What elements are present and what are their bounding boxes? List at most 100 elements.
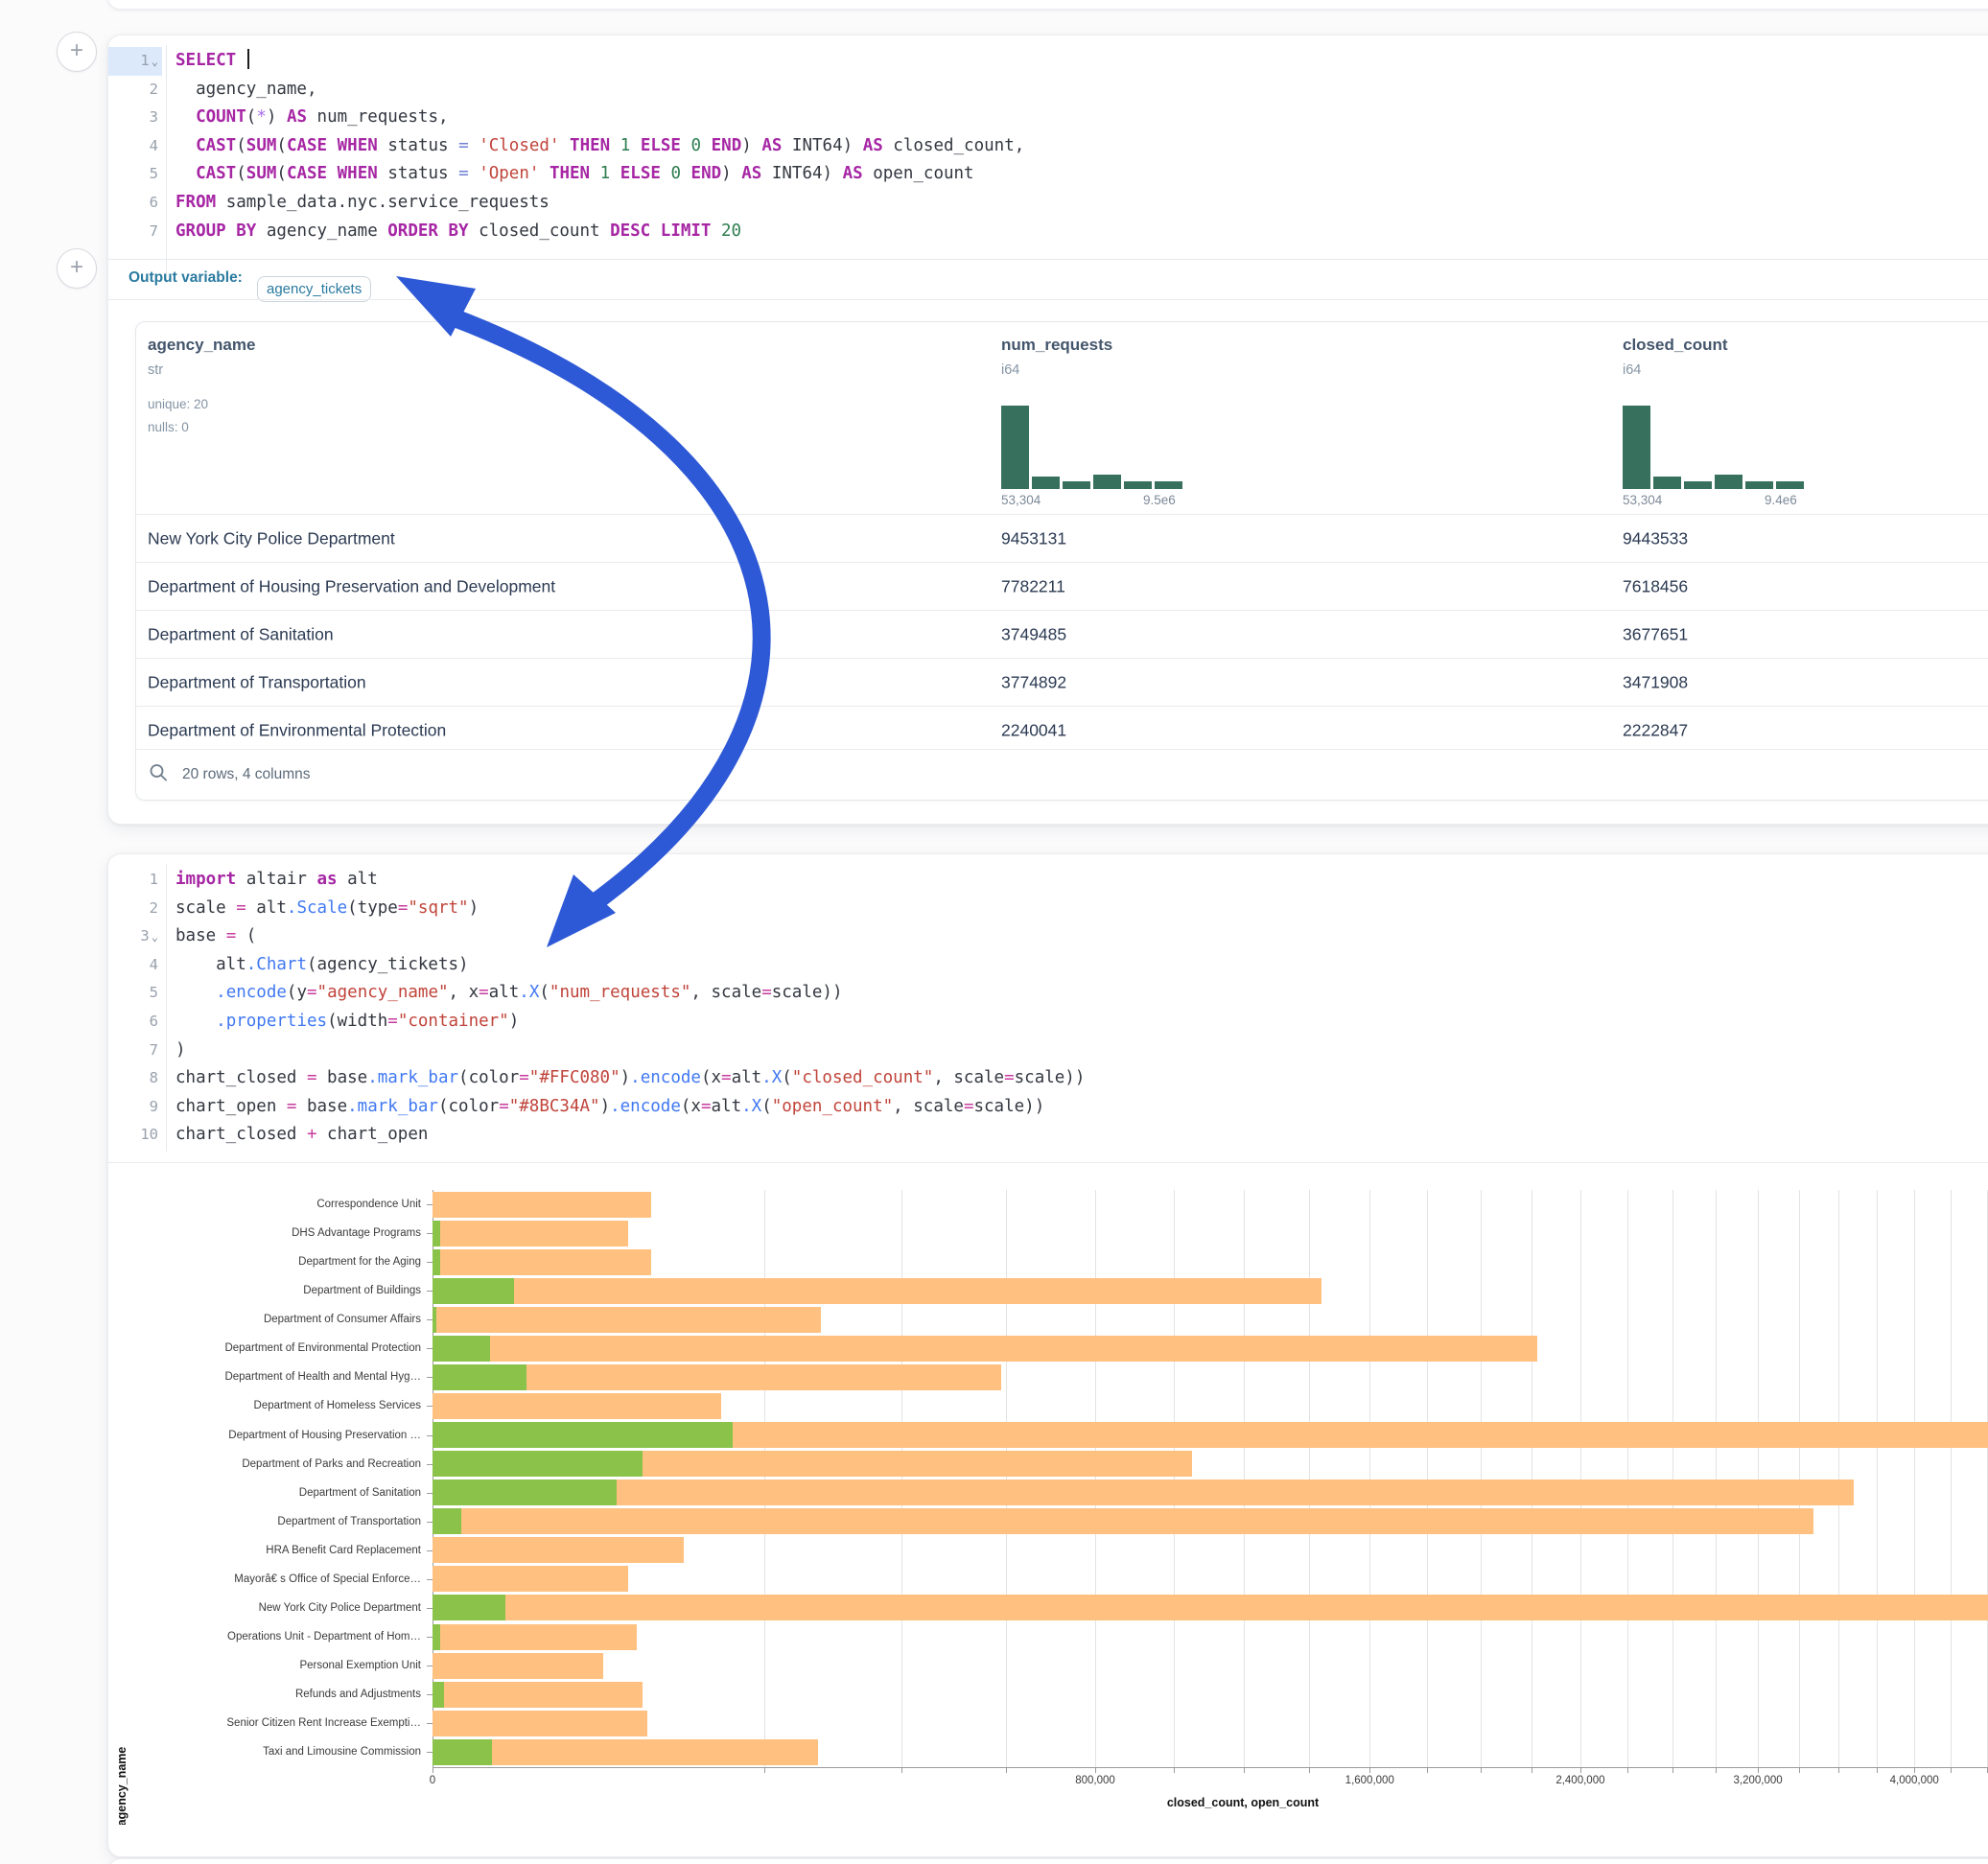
line-number: 9 [108, 1093, 162, 1122]
python-cell: 1import altair as alt2 scale = alt.Scale(… [107, 853, 1988, 1857]
histogram-max-label: 9.4e6 [1765, 493, 1797, 507]
table-cell: 9453131 [1001, 528, 1066, 548]
table-row: Department of Housing Preservation and D… [136, 562, 1988, 610]
x-axis-tick-label: 3,200,000 [1733, 1775, 1782, 1786]
dataframe-footer: 20 rows, 4 columns [136, 749, 1988, 800]
gridline [1758, 1190, 1759, 1767]
sql-code-editor[interactable]: 1⌄SELECT 2 agency_name,3 COUNT(*) AS num… [108, 47, 1988, 245]
y-axis-category-label: Operations Unit - Department of Hom… [108, 1631, 421, 1643]
y-axis-category-label: Department of Sanitation [108, 1487, 421, 1499]
altair-chart-output: agency_name closed_count, open_count 080… [108, 1163, 1988, 1825]
y-axis-category-label: Personal Exemption Unit [108, 1660, 421, 1671]
sql-line-4[interactable]: 4 CAST(SUM(CASE WHEN status = 'Closed' T… [108, 132, 1988, 161]
python-code-editor[interactable]: 1import altair as alt2 scale = alt.Scale(… [108, 866, 1988, 1150]
histogram-bar [1155, 481, 1182, 489]
code-text: agency_name, [175, 76, 317, 105]
y-axis-category-label: Department of Buildings [108, 1285, 421, 1296]
sql-line-2[interactable]: 2 agency_name, [108, 76, 1988, 105]
y-axis-title: agency_name [115, 1747, 129, 1825]
y-axis-category-label: HRA Benefit Card Replacement [108, 1545, 421, 1556]
line-number: 7 [108, 1037, 162, 1065]
chart-bar-closed [433, 1595, 1988, 1620]
sql-line-5[interactable]: 5 CAST(SUM(CASE WHEN status = 'Open' THE… [108, 160, 1988, 189]
python-line-4[interactable]: 4 alt.Chart(agency_tickets) [108, 951, 1988, 980]
output-variable-row: Output variable: agency_tickets [108, 259, 1988, 299]
code-text: SELECT [175, 47, 249, 76]
next-cell-edge [107, 1858, 1988, 1864]
line-number: 8 [108, 1064, 162, 1093]
chart-bar-open [433, 1278, 514, 1304]
python-line-2[interactable]: 2 scale = alt.Scale(type="sqrt") [108, 895, 1988, 923]
y-axis-category-label: Department of Parks and Recreation [108, 1458, 421, 1470]
table-cell: 3749485 [1001, 624, 1066, 644]
chart-bar-open [433, 1508, 461, 1534]
chart-bar-closed [433, 1566, 628, 1592]
chart-bar-open [433, 1422, 733, 1448]
histogram-bar [1063, 481, 1090, 489]
gridline [1006, 1190, 1007, 1767]
histogram-min-label: 53,304 [1001, 493, 1041, 507]
python-line-9[interactable]: 9chart_open = base.mark_bar(color="#8BC3… [108, 1093, 1988, 1122]
chart-bar-closed [433, 1307, 821, 1333]
output-variable-chip[interactable]: agency_tickets [257, 276, 371, 302]
output-variable-label: Output variable: [129, 269, 243, 287]
python-line-3[interactable]: 3⌄base = ( [108, 922, 1988, 951]
x-axis-title: closed_count, open_count [1167, 1796, 1319, 1809]
column-header-agency_name[interactable]: agency_namestrunique: 20nulls: 0 [148, 322, 464, 514]
chart-bar-open [433, 1624, 440, 1650]
python-line-8[interactable]: 8 chart_closed = base.mark_bar(color="#FF… [108, 1064, 1988, 1093]
python-line-7[interactable]: 7) [108, 1037, 1988, 1065]
histogram-bar [1715, 475, 1742, 489]
y-axis-category-label: Department of Homeless Services [108, 1400, 421, 1411]
table-cell: Department of Environmental Protection [148, 720, 446, 740]
histogram-bar [1684, 481, 1712, 489]
collapse-chevron-icon[interactable]: ⌄ [152, 55, 158, 68]
table-cell: 2222847 [1623, 720, 1688, 740]
table-row: Department of Sanitation37494853677651 [136, 610, 1988, 658]
code-text: import altair as alt [175, 866, 378, 895]
y-axis-category-label: Department of Health and Mental Hyg… [108, 1371, 421, 1383]
chart-bar-open [433, 1221, 440, 1247]
sql-line-7[interactable]: 7GROUP BY agency_name ORDER BY closed_co… [108, 218, 1988, 246]
line-number: 2 [108, 895, 162, 923]
gridline [1369, 1190, 1370, 1767]
y-axis-category-label: Department of Environmental Protection [108, 1342, 421, 1354]
python-line-6[interactable]: 6 .properties(width="container") [108, 1008, 1988, 1037]
y-axis-category-label: DHS Advantage Programs [108, 1227, 421, 1239]
gridline [1427, 1190, 1428, 1767]
chart-bar-closed [433, 1393, 721, 1419]
table-cell: New York City Police Department [148, 528, 395, 548]
chart-bar-closed [433, 1221, 628, 1247]
add-cell-button-top[interactable]: + [57, 32, 97, 72]
y-axis-category-label: Mayorâ€ s Office of Special Enforce… [108, 1573, 421, 1585]
chart-bar-closed [433, 1508, 1813, 1534]
code-text: chart_closed = base.mark_bar(color="#FFC… [175, 1064, 1085, 1093]
histogram-bar [1623, 406, 1650, 489]
python-line-1[interactable]: 1import altair as alt [108, 866, 1988, 895]
sql-line-6[interactable]: 6FROM sample_data.nyc.service_requests [108, 189, 1988, 218]
search-icon[interactable] [149, 763, 168, 787]
table-cell: 7618456 [1623, 576, 1688, 596]
line-number: 3⌄ [108, 922, 162, 951]
table-cell: Department of Housing Preservation and D… [148, 576, 555, 596]
x-axis-tick-label: 0 [430, 1775, 435, 1786]
histogram-bar [1653, 477, 1681, 489]
code-text: GROUP BY agency_name ORDER BY closed_cou… [175, 218, 741, 246]
add-cell-button-output[interactable]: + [57, 248, 97, 289]
sql-line-1[interactable]: 1⌄SELECT [108, 47, 1988, 76]
chart-bar-open [433, 1480, 617, 1505]
collapse-chevron-icon[interactable]: ⌄ [152, 930, 158, 944]
gridline [1672, 1190, 1673, 1767]
column-header-num_requests[interactable]: num_requestsi6453,3049.5e6 [1001, 322, 1318, 514]
notebook-page: + + 1⌄SELECT 2 agency_name,3 COUNT(*) AS… [0, 0, 1988, 1864]
code-text: .properties(width="container") [175, 1008, 519, 1037]
sql-line-3[interactable]: 3 COUNT(*) AS num_requests, [108, 104, 1988, 132]
python-line-5[interactable]: 5 .encode(y="agency_name", x=alt.X("num_… [108, 979, 1988, 1008]
code-text: scale = alt.Scale(type="sqrt") [175, 895, 479, 923]
python-line-10[interactable]: 10chart_closed + chart_open [108, 1121, 1988, 1150]
x-axis-tick-label: 2,400,000 [1555, 1775, 1604, 1786]
column-header-closed_count[interactable]: closed_counti6453,3049.4e6 [1623, 322, 1939, 514]
chart-bar-open [433, 1336, 490, 1362]
column-type: i64 [1001, 362, 1019, 378]
chart-bar-open [433, 1307, 436, 1333]
